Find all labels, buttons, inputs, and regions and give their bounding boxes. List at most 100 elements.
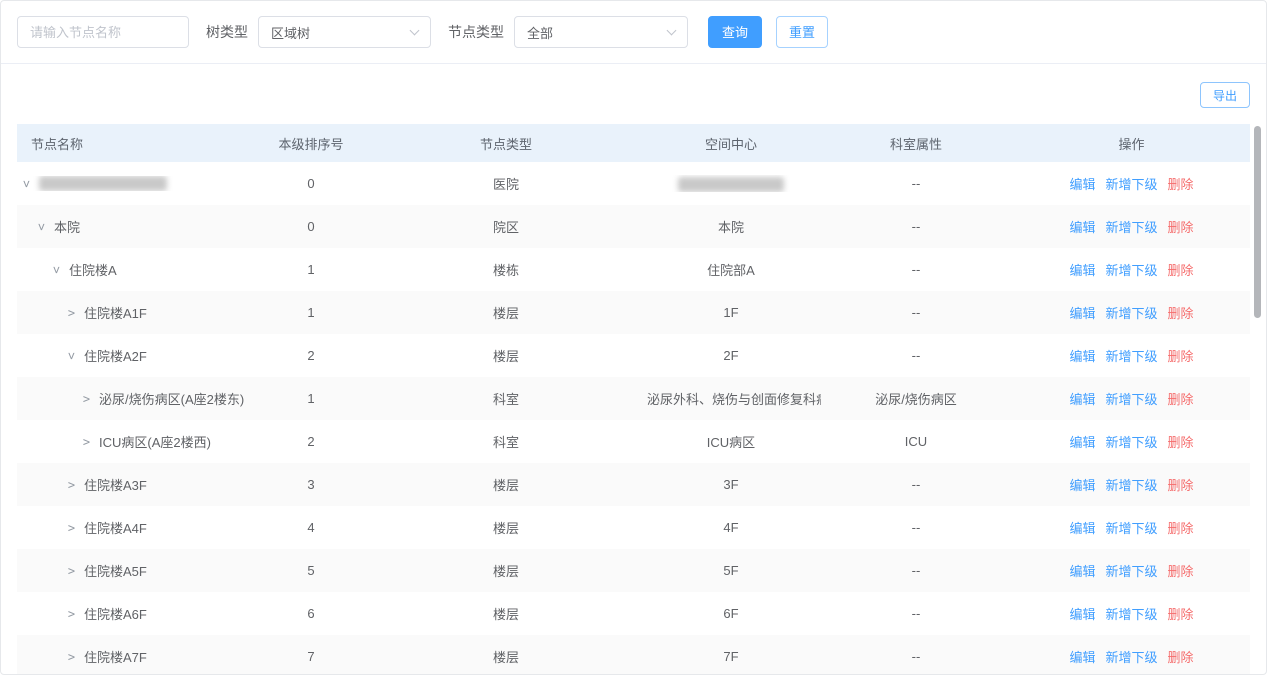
add-child-link[interactable]: 新增下级 bbox=[1105, 177, 1157, 192]
node-name-text: 泌尿/烧伤病区(A座2楼东) bbox=[99, 389, 244, 408]
cell-node-name: >住院楼A6F bbox=[17, 604, 251, 623]
cell-node-type: 楼层 bbox=[371, 303, 641, 322]
delete-link[interactable]: 删除 bbox=[1168, 177, 1194, 192]
cell-node-type: 楼层 bbox=[371, 561, 641, 580]
add-child-link[interactable]: 新增下级 bbox=[1105, 607, 1157, 622]
cell-dept-attribute: -- bbox=[821, 305, 1011, 320]
cell-dept-attribute: -- bbox=[821, 606, 1011, 621]
expand-arrow-icon[interactable]: > bbox=[66, 650, 77, 664]
cell-order: 1 bbox=[251, 305, 371, 320]
node-name-text: 住院楼A bbox=[69, 260, 117, 279]
edit-link[interactable]: 编辑 bbox=[1069, 607, 1095, 622]
cell-operations: 编辑新增下级删除 bbox=[1011, 604, 1252, 623]
export-button[interactable]: 导出 bbox=[1200, 82, 1250, 108]
expand-arrow-icon[interactable]: > bbox=[81, 392, 92, 406]
delete-link[interactable]: 删除 bbox=[1168, 392, 1194, 407]
node-type-select[interactable]: 全部 bbox=[514, 16, 688, 48]
delete-link[interactable]: 删除 bbox=[1168, 650, 1194, 665]
tree-type-select[interactable]: 区域树 bbox=[258, 16, 431, 48]
delete-link[interactable]: 删除 bbox=[1168, 349, 1194, 364]
delete-link[interactable]: 删除 bbox=[1168, 607, 1194, 622]
delete-link[interactable]: 删除 bbox=[1168, 220, 1194, 235]
expand-arrow-icon[interactable]: > bbox=[66, 564, 77, 578]
cell-node-name: > 泌尿/烧伤病区(A座2楼东) bbox=[17, 389, 251, 408]
table-row: >住院楼A2F2楼层2F--编辑新增下级删除 bbox=[17, 334, 1250, 377]
vertical-scrollbar-thumb[interactable] bbox=[1254, 126, 1261, 318]
expand-arrow-icon[interactable]: > bbox=[66, 521, 77, 535]
cell-space-center: 5F bbox=[641, 563, 821, 578]
column-header-5: 操作 bbox=[1011, 134, 1252, 153]
node-management-page: 树类型 区域树 节点类型 全部 查询 重置 导出 节点名称本级排序号节点类型空间… bbox=[0, 0, 1267, 675]
cell-order: 6 bbox=[251, 606, 371, 621]
delete-link[interactable]: 删除 bbox=[1168, 435, 1194, 450]
edit-link[interactable]: 编辑 bbox=[1069, 478, 1095, 493]
table-row: >住院楼A1F1楼层1F--编辑新增下级删除 bbox=[17, 291, 1250, 334]
delete-link[interactable]: 删除 bbox=[1168, 564, 1194, 579]
add-child-link[interactable]: 新增下级 bbox=[1105, 650, 1157, 665]
edit-link[interactable]: 编辑 bbox=[1069, 521, 1095, 536]
add-child-link[interactable]: 新增下级 bbox=[1105, 564, 1157, 579]
edit-link[interactable]: 编辑 bbox=[1069, 220, 1095, 235]
expand-arrow-icon[interactable]: > bbox=[66, 306, 77, 320]
add-child-link[interactable]: 新增下级 bbox=[1105, 521, 1157, 536]
reset-button[interactable]: 重置 bbox=[776, 16, 828, 48]
add-child-link[interactable]: 新增下级 bbox=[1105, 478, 1157, 493]
expand-arrow-icon[interactable]: > bbox=[66, 607, 77, 621]
cell-dept-attribute: ICU bbox=[821, 434, 1011, 449]
cell-space-center: 泌尿外科、烧伤与创面修复科病区 bbox=[641, 389, 821, 408]
column-header-2: 节点类型 bbox=[371, 134, 641, 153]
edit-link[interactable]: 编辑 bbox=[1069, 177, 1095, 192]
add-child-link[interactable]: 新增下级 bbox=[1105, 392, 1157, 407]
cell-node-name: > bbox=[17, 176, 251, 191]
edit-link[interactable]: 编辑 bbox=[1069, 263, 1095, 278]
add-child-link[interactable]: 新增下级 bbox=[1105, 220, 1157, 235]
add-child-link[interactable]: 新增下级 bbox=[1105, 349, 1157, 364]
edit-link[interactable]: 编辑 bbox=[1069, 564, 1095, 579]
add-child-link[interactable]: 新增下级 bbox=[1105, 306, 1157, 321]
cell-order: 4 bbox=[251, 520, 371, 535]
cell-order: 0 bbox=[251, 176, 371, 191]
table-row: >住院楼A4F4楼层4F--编辑新增下级删除 bbox=[17, 506, 1250, 549]
collapse-arrow-icon[interactable]: > bbox=[50, 264, 64, 275]
redacted-space-center bbox=[678, 177, 784, 192]
cell-space-center: 7F bbox=[641, 649, 821, 664]
collapse-arrow-icon[interactable]: > bbox=[20, 178, 34, 189]
delete-link[interactable]: 删除 bbox=[1168, 263, 1194, 278]
node-name-text: 住院楼A7F bbox=[84, 647, 147, 666]
expand-arrow-icon[interactable]: > bbox=[66, 478, 77, 492]
cell-node-name: >ICU病区(A座2楼西) bbox=[17, 432, 251, 451]
collapse-arrow-icon[interactable]: > bbox=[65, 350, 79, 361]
delete-link[interactable]: 删除 bbox=[1168, 306, 1194, 321]
cell-node-name: >本院 bbox=[17, 217, 251, 236]
edit-link[interactable]: 编辑 bbox=[1069, 306, 1095, 321]
filter-bar: 树类型 区域树 节点类型 全部 查询 重置 bbox=[1, 1, 1266, 63]
cell-operations: 编辑新增下级删除 bbox=[1011, 260, 1252, 279]
delete-link[interactable]: 删除 bbox=[1168, 521, 1194, 536]
tree-type-value: 区域树 bbox=[271, 23, 310, 42]
add-child-link[interactable]: 新增下级 bbox=[1105, 435, 1157, 450]
node-name-input[interactable] bbox=[17, 16, 189, 48]
table-header: 节点名称本级排序号节点类型空间中心科室属性操作 bbox=[17, 124, 1250, 162]
edit-link[interactable]: 编辑 bbox=[1069, 349, 1095, 364]
collapse-arrow-icon[interactable]: > bbox=[35, 221, 49, 232]
cell-dept-attribute: -- bbox=[821, 219, 1011, 234]
cell-space-center: 住院部A bbox=[641, 260, 821, 279]
add-child-link[interactable]: 新增下级 bbox=[1105, 263, 1157, 278]
edit-link[interactable]: 编辑 bbox=[1069, 392, 1095, 407]
cell-space-center: 1F bbox=[641, 305, 821, 320]
expand-arrow-icon[interactable]: > bbox=[81, 435, 92, 449]
cell-dept-attribute: -- bbox=[821, 348, 1011, 363]
tree-type-label: 树类型 bbox=[206, 22, 248, 42]
delete-link[interactable]: 删除 bbox=[1168, 478, 1194, 493]
chevron-down-icon bbox=[410, 25, 420, 35]
node-name-text: 住院楼A2F bbox=[84, 346, 147, 365]
cell-operations: 编辑新增下级删除 bbox=[1011, 561, 1252, 580]
column-header-0: 节点名称 bbox=[17, 134, 251, 153]
node-name-text: 住院楼A3F bbox=[84, 475, 147, 494]
edit-link[interactable]: 编辑 bbox=[1069, 650, 1095, 665]
cell-dept-attribute: -- bbox=[821, 176, 1011, 191]
search-button[interactable]: 查询 bbox=[708, 16, 762, 48]
cell-dept-attribute: -- bbox=[821, 262, 1011, 277]
column-header-4: 科室属性 bbox=[821, 134, 1011, 153]
edit-link[interactable]: 编辑 bbox=[1069, 435, 1095, 450]
